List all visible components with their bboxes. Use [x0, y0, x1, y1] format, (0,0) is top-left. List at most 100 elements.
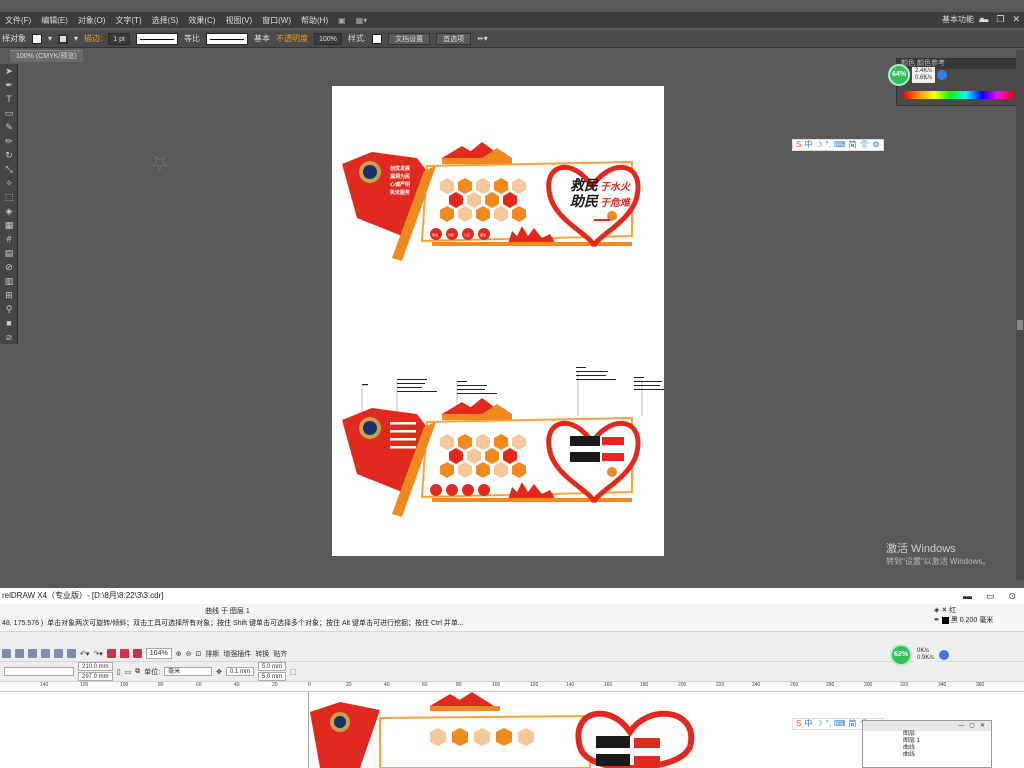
- portrait-icon[interactable]: ▯: [117, 668, 121, 676]
- graphic-style-swatch[interactable]: [372, 33, 383, 44]
- punctuation-icon[interactable]: °,: [826, 140, 831, 150]
- open-icon[interactable]: [2, 649, 11, 658]
- selection-tool-icon[interactable]: ➤: [0, 64, 18, 78]
- none-color-icon[interactable]: ⧄: [0, 330, 18, 344]
- chevron-down-icon[interactable]: ▾: [74, 34, 78, 43]
- settings-icon[interactable]: ⚙: [872, 140, 879, 150]
- zoom-level-select[interactable]: 104%: [145, 648, 172, 659]
- close-icon[interactable]: ✕: [1012, 14, 1020, 25]
- ime-simplified[interactable]: 简: [848, 140, 856, 150]
- network-speed-widget[interactable]: 64% 2.4K/s 0.6K/s: [888, 64, 948, 86]
- menu-help[interactable]: 帮助(H): [296, 15, 333, 26]
- keyboard-icon[interactable]: ⌨: [834, 140, 846, 150]
- maximize-icon[interactable]: ▢: [969, 723, 975, 729]
- warp-tool-icon[interactable]: ✧: [0, 176, 18, 190]
- stroke-label[interactable]: 描边:: [84, 33, 102, 44]
- page-width-field[interactable]: 210.0 mm: [78, 662, 113, 671]
- keyboard-icon[interactable]: ⌨: [834, 719, 846, 729]
- menu-effect[interactable]: 效果(C): [183, 15, 220, 26]
- artboard[interactable]: 创优发展 漏洞为民 心诚严明 执法服务 忠诚 为民 公正 廉洁 救民 助民 于水…: [332, 86, 664, 556]
- duplicate-y-field[interactable]: 5.0 mm: [258, 672, 287, 681]
- menu-object[interactable]: 对象(O): [73, 15, 111, 26]
- shape-builder-icon[interactable]: ◈: [0, 204, 18, 218]
- print-icon[interactable]: [28, 649, 37, 658]
- units-select[interactable]: 毫米: [164, 667, 213, 676]
- opacity-field[interactable]: 100%: [313, 32, 342, 45]
- page-height-field[interactable]: 297.0 mm: [78, 672, 113, 681]
- nudge-distance-field[interactable]: 0.1 mm: [226, 667, 255, 676]
- menu-view[interactable]: 视图(V): [220, 15, 257, 26]
- menu-window[interactable]: 窗口(W): [257, 15, 296, 26]
- import-icon[interactable]: [106, 649, 116, 658]
- ime-chinese-mode[interactable]: 中: [804, 719, 812, 729]
- restore-icon[interactable]: ❐: [996, 14, 1004, 25]
- moon-icon[interactable]: ☽: [815, 719, 822, 729]
- bridge-icon[interactable]: ▣: [333, 16, 351, 25]
- application-launcher-icon[interactable]: [132, 649, 142, 658]
- paintbrush-tool-icon[interactable]: ✎: [0, 120, 18, 134]
- maximize-icon[interactable]: ▭: [986, 588, 995, 604]
- gradient-tool-icon[interactable]: ▤: [0, 246, 18, 260]
- minimize-icon[interactable]: ▬: [979, 14, 988, 25]
- moon-icon[interactable]: ☽: [815, 140, 822, 150]
- free-transform-icon[interactable]: ⬚: [0, 190, 18, 204]
- pen-tool-icon[interactable]: ✒: [0, 78, 18, 92]
- treat-as-filled-icon[interactable]: ⬚: [290, 668, 297, 676]
- close-icon[interactable]: ⊙: [1008, 588, 1016, 604]
- stroke-swatch[interactable]: [58, 33, 69, 44]
- pencil-tool-icon[interactable]: ✏: [0, 134, 18, 148]
- rotate-tool-icon[interactable]: ↻: [0, 148, 18, 162]
- ime-simplified[interactable]: 简: [848, 719, 856, 729]
- chevron-down-icon[interactable]: ▾: [48, 34, 52, 43]
- toolbar-convert[interactable]: 转换: [255, 649, 269, 659]
- network-speed-widget[interactable]: 62% 0K/s 0.9K/s: [890, 644, 950, 666]
- document-setup-button[interactable]: 文档设置: [388, 32, 431, 45]
- landscape-icon[interactable]: ▭: [125, 668, 132, 676]
- paste-icon[interactable]: [67, 649, 76, 658]
- sogou-logo-icon[interactable]: S: [796, 140, 801, 150]
- rectangle-tool-icon[interactable]: ▭: [0, 106, 18, 120]
- cut-icon[interactable]: [41, 649, 50, 658]
- save-icon[interactable]: [15, 649, 24, 658]
- accelerate-icon[interactable]: [939, 650, 950, 660]
- opacity-label[interactable]: 不透明度: [276, 33, 308, 44]
- object-item[interactable]: 曲线: [863, 745, 991, 752]
- zoom-fit-icon[interactable]: ⊡: [195, 650, 201, 658]
- sogou-logo-icon[interactable]: S: [796, 719, 801, 729]
- ime-chinese-mode[interactable]: 中: [804, 140, 812, 150]
- accelerate-icon[interactable]: [937, 70, 948, 80]
- undo-icon[interactable]: ↶▾: [80, 650, 89, 658]
- copy-icon[interactable]: [54, 649, 63, 658]
- type-tool-icon[interactable]: T: [0, 92, 18, 106]
- stroke-weight-field[interactable]: 1 pt: [108, 32, 130, 45]
- menu-select[interactable]: 选择(S): [147, 15, 184, 26]
- redo-icon[interactable]: ↷▾: [93, 650, 102, 658]
- graph-tool-icon[interactable]: ▥: [0, 274, 18, 288]
- close-icon[interactable]: ✕: [980, 723, 985, 729]
- menu-type[interactable]: 文字(T): [110, 15, 146, 26]
- menu-edit[interactable]: 编辑(E): [36, 15, 73, 26]
- document-tab[interactable]: 100% (CMYK/预览): [10, 50, 83, 62]
- export-icon[interactable]: [119, 649, 129, 658]
- skin-icon[interactable]: 👕: [859, 140, 869, 150]
- eyedropper-tool-icon[interactable]: ⊘: [0, 260, 18, 274]
- fill-swatch[interactable]: [32, 33, 42, 44]
- menu-file[interactable]: 文件(F): [0, 15, 36, 26]
- minimize-icon[interactable]: —: [958, 723, 964, 729]
- duplicate-x-field[interactable]: 5.0 mm: [258, 662, 287, 671]
- zoom-tool-icon[interactable]: ⚲: [0, 302, 18, 316]
- toolbar-arrange[interactable]: 排斯: [205, 649, 219, 659]
- punctuation-icon[interactable]: °,: [826, 719, 831, 729]
- zoom-out-icon[interactable]: ⊖: [186, 650, 192, 658]
- mesh-tool-icon[interactable]: #: [0, 232, 18, 246]
- brush-definition[interactable]: [205, 32, 248, 45]
- toolbar-snap[interactable]: 贴齐: [273, 649, 287, 659]
- variable-width-profile[interactable]: [135, 32, 178, 45]
- layer-value[interactable]: 图层 1: [863, 738, 991, 745]
- object-item[interactable]: 曲线: [863, 752, 991, 759]
- minimize-icon[interactable]: ▬: [963, 588, 972, 604]
- paper-size-select[interactable]: [4, 667, 74, 676]
- all-pages-icon[interactable]: ⧉: [135, 668, 140, 676]
- color-spectrum[interactable]: [903, 91, 1013, 99]
- arrange-documents-icon[interactable]: ▦▾: [351, 16, 373, 25]
